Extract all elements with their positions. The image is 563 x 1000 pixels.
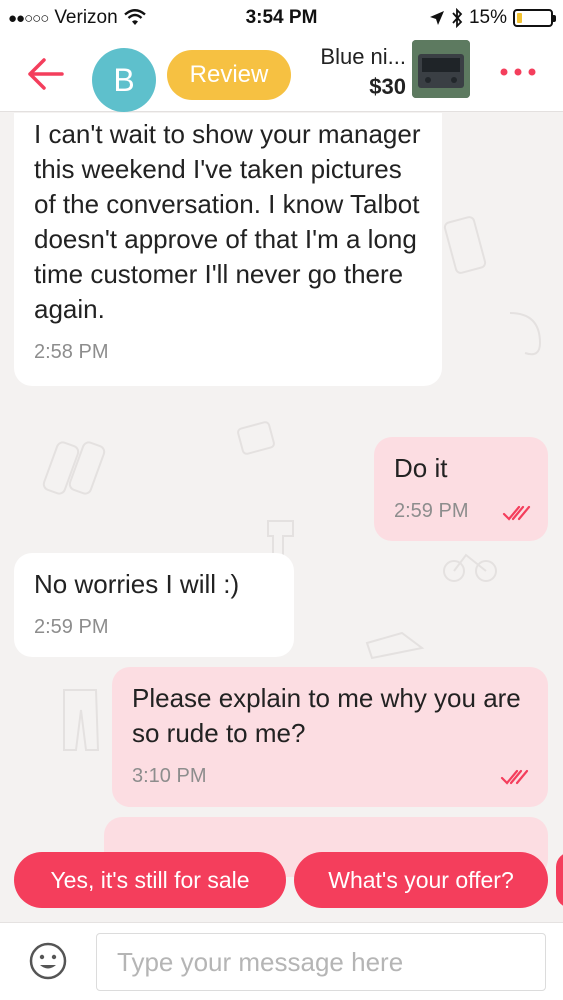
item-info[interactable]: Blue ni... $30 xyxy=(300,44,406,100)
chat-area[interactable]: I can't wait to show your manager this w… xyxy=(0,113,563,923)
item-title: Blue ni... xyxy=(320,44,406,69)
quick-reply-partial[interactable] xyxy=(556,852,563,908)
message-time: 3:10 PM xyxy=(132,765,207,787)
message-outgoing: Do it 2:59 PM xyxy=(374,437,548,541)
phone-doodle-icon xyxy=(443,216,487,274)
shoes-doodle-icon xyxy=(365,631,425,660)
status-bar: ●●○○○ Verizon 3:54 PM 15% xyxy=(0,0,563,36)
message-input[interactable] xyxy=(96,933,546,991)
review-button[interactable]: Review xyxy=(167,50,291,100)
more-options-icon[interactable] xyxy=(498,62,538,82)
battery-percent: 15% xyxy=(468,7,507,28)
item-thumbnail[interactable] xyxy=(412,40,470,98)
bluetooth-icon xyxy=(452,8,463,28)
battery-icon xyxy=(513,9,556,27)
saxophone-doodle-icon xyxy=(509,312,542,356)
message-text: Do it xyxy=(394,453,448,483)
emoji-icon[interactable] xyxy=(28,941,68,981)
quick-replies: Yes, it's still for sale What's your off… xyxy=(0,852,563,910)
message-text: No worries I will :) xyxy=(34,569,240,599)
quick-reply-still-for-sale[interactable]: Yes, it's still for sale xyxy=(14,852,286,908)
status-right: 15% xyxy=(429,7,556,29)
clothes-doodle-icon xyxy=(42,441,106,495)
location-arrow-icon xyxy=(429,11,444,25)
message-input-bar xyxy=(0,922,563,1000)
message-incoming: No worries I will :) 2:59 PM xyxy=(14,553,294,657)
message-time: 2:58 PM xyxy=(34,341,109,363)
quick-reply-whats-your-offer[interactable]: What's your offer? xyxy=(294,852,548,908)
robot-doodle-icon xyxy=(237,421,275,455)
item-price: $30 xyxy=(369,74,406,99)
back-arrow-icon[interactable] xyxy=(22,50,70,98)
message-text: Please explain to me why you are so rude… xyxy=(132,683,521,748)
handheld-console-image xyxy=(412,40,470,98)
bicycle-doodle-icon xyxy=(443,553,497,582)
message-incoming: I can't wait to show your manager this w… xyxy=(14,113,442,386)
read-receipt-icon xyxy=(502,505,531,521)
pants-doodle-icon xyxy=(63,689,100,751)
battery-fill xyxy=(517,13,522,23)
message-time: 2:59 PM xyxy=(34,616,109,638)
message-outgoing: Please explain to me why you are so rude… xyxy=(112,667,548,807)
drill-doodle-icon xyxy=(267,520,294,557)
message-text: I can't wait to show your manager this w… xyxy=(34,119,421,324)
chat-header: B Review Blue ni... $30 xyxy=(0,36,563,112)
read-receipt-icon xyxy=(500,769,529,785)
avatar[interactable]: B xyxy=(92,48,156,112)
